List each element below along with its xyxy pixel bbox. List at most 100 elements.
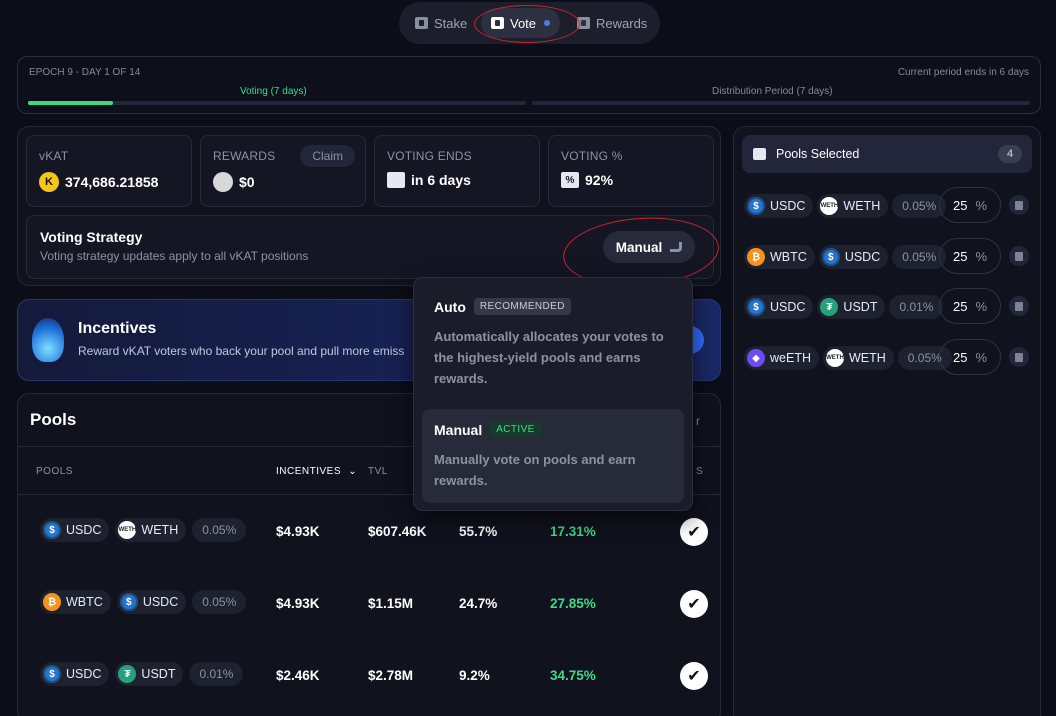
option-manual-title: Manual <box>434 421 483 438</box>
weeth-icon: ◆ <box>747 349 765 367</box>
vkat-card: vKAT K 374,686.21858 <box>26 135 192 207</box>
reward-mascot-icon <box>213 172 233 192</box>
incentives-subtitle: Reward vKAT voters who back your pool an… <box>78 344 405 358</box>
apr-cell: 34.75% <box>550 668 596 683</box>
token-pill: WETH WETH <box>817 194 889 218</box>
sort-control[interactable]: r <box>696 414 700 428</box>
usdt-icon: ₮ <box>118 665 137 683</box>
allocation-input[interactable]: 25 % <box>939 288 1001 324</box>
option-auto[interactable]: Auto RECOMMENDED Automatically allocates… <box>422 286 684 396</box>
wbtc-icon: ₿ <box>43 593 61 611</box>
usdc-icon: $ <box>43 521 61 539</box>
usdc-icon: $ <box>747 197 765 215</box>
fee-pill: 0.05% <box>192 518 247 542</box>
token-pill: ₮ USDT <box>817 295 886 319</box>
voting-pct-value: 92% <box>585 172 614 188</box>
share-cell: 24.7% <box>459 596 498 611</box>
checkmark-icon[interactable]: ✔ <box>680 590 708 618</box>
token-pill: $ USDC <box>744 295 814 319</box>
strategy-subtitle: Voting strategy updates apply to all vKA… <box>40 249 309 263</box>
strategy-dropdown: Auto RECOMMENDED Automatically allocates… <box>413 277 693 511</box>
col-pools: POOLS <box>36 466 73 477</box>
rewards-card: REWARDS Claim $0 <box>200 135 366 207</box>
col-incentives[interactable]: INCENTIVES ⌄ <box>276 466 357 477</box>
voting-ends-value: in 6 days <box>411 172 471 188</box>
checkmark-icon[interactable]: ✔ <box>680 518 708 546</box>
voting-period-label: Voting (7 days) <box>240 86 307 97</box>
trash-icon[interactable] <box>1009 296 1029 316</box>
usdt-icon: ₮ <box>820 298 839 316</box>
selected-count-badge: 4 <box>998 145 1022 163</box>
share-cell: 9.2% <box>459 668 490 683</box>
token-pill: WETH WETH <box>115 518 187 542</box>
tab-stake[interactable]: Stake <box>405 8 477 38</box>
list-item: $ USDC ₮ USDT 0.01% 25 % <box>734 287 1040 327</box>
pools-title: Pools <box>30 410 77 429</box>
token-pill: ₿ WBTC <box>744 245 815 269</box>
token-pill: $ USDC <box>744 194 814 218</box>
vkat-value: 374,686.21858 <box>65 174 159 190</box>
usdc-icon: $ <box>821 248 840 266</box>
incentives-cell: $2.46K <box>276 668 320 683</box>
wbtc-icon: ₿ <box>747 248 765 266</box>
incentives-title: Incentives <box>78 320 157 337</box>
tvl-cell: $607.46K <box>368 524 427 539</box>
claim-button[interactable]: Claim <box>300 145 355 167</box>
token-pill: WETH WETH <box>822 346 894 370</box>
token-pill: ₮ USDT <box>115 662 184 686</box>
trash-icon[interactable] <box>1009 195 1029 215</box>
trash-icon[interactable] <box>1009 246 1029 266</box>
token-pill: $ USDC <box>116 590 187 614</box>
token-pill: ₿ WBTC <box>40 590 111 614</box>
weth-icon: WETH <box>825 349 844 367</box>
token-pill: $ USDC <box>40 518 110 542</box>
active-badge: ACTIVE <box>490 421 541 438</box>
incentives-cell: $4.93K <box>276 596 320 611</box>
weth-icon: WETH <box>118 521 137 539</box>
token-pill: ◆ weETH <box>744 346 819 370</box>
apr-cell: 27.85% <box>550 596 596 611</box>
option-manual[interactable]: Manual ACTIVE Manually vote on pools and… <box>422 409 684 503</box>
annotation-circle-vote <box>474 5 580 43</box>
checkmark-icon[interactable]: ✔ <box>680 662 708 690</box>
epoch-label: EPOCH 9 - DAY 1 OF 14 <box>29 67 141 78</box>
voting-pct-card: VOTING % % 92% <box>548 135 714 207</box>
token-pill: $ USDC <box>818 245 889 269</box>
selected-pools-header: Pools Selected 4 <box>742 135 1032 173</box>
distribution-period-label: Distribution Period (7 days) <box>712 86 833 97</box>
allocation-input[interactable]: 25 % <box>939 187 1001 223</box>
fee-pill: 0.01% <box>189 662 244 686</box>
period-note: Current period ends in 6 days <box>897 67 1029 78</box>
usdc-icon: $ <box>43 665 61 683</box>
allocation-input[interactable]: 25 % <box>939 238 1001 274</box>
recommended-badge: RECOMMENDED <box>473 298 571 315</box>
selected-pools-title: Pools Selected <box>776 147 860 161</box>
flame-icon <box>32 318 64 362</box>
list-item: ₿ WBTC $ USDC 0.05% 25 % <box>734 237 1040 277</box>
usdc-icon: $ <box>119 593 138 611</box>
ticket-icon <box>753 148 766 160</box>
token-pill: $ USDC <box>40 662 110 686</box>
trash-icon[interactable] <box>1009 347 1029 367</box>
tab-rewards[interactable]: Rewards <box>567 8 657 38</box>
percent-icon: % <box>561 172 579 188</box>
lock-icon <box>415 17 428 29</box>
weth-icon: WETH <box>820 197 839 215</box>
col-last: S <box>696 466 704 477</box>
tvl-cell: $1.15M <box>368 596 414 611</box>
epoch-bar: EPOCH 9 - DAY 1 OF 14 Current period end… <box>17 56 1041 114</box>
apr-cell: 17.31% <box>550 524 596 539</box>
option-auto-title: Auto <box>434 298 466 315</box>
distribution-progress-track <box>532 101 1030 105</box>
col-tvl: TVL <box>368 466 388 477</box>
allocation-input[interactable]: 25 % <box>939 339 1001 375</box>
rewards-value: $0 <box>239 174 255 190</box>
table-row[interactable]: ₿ WBTC $ USDC 0.05% $4.93K $1.15M 24.7% 27… <box>18 578 720 628</box>
kat-token-icon: K <box>39 172 59 192</box>
table-row[interactable]: $ USDC ₮ USDT 0.01% $2.46K $2.78M 9.2% 34.… <box>18 650 720 700</box>
strategy-title: Voting Strategy <box>40 229 143 245</box>
fee-pill: 0.01% <box>889 295 944 319</box>
option-auto-desc: Automatically allocates your votes to th… <box>434 329 664 386</box>
tvl-cell: $2.78M <box>368 668 414 683</box>
table-row[interactable]: $ USDC WETH WETH 0.05% $4.93K $607.46K 55.… <box>18 506 720 556</box>
